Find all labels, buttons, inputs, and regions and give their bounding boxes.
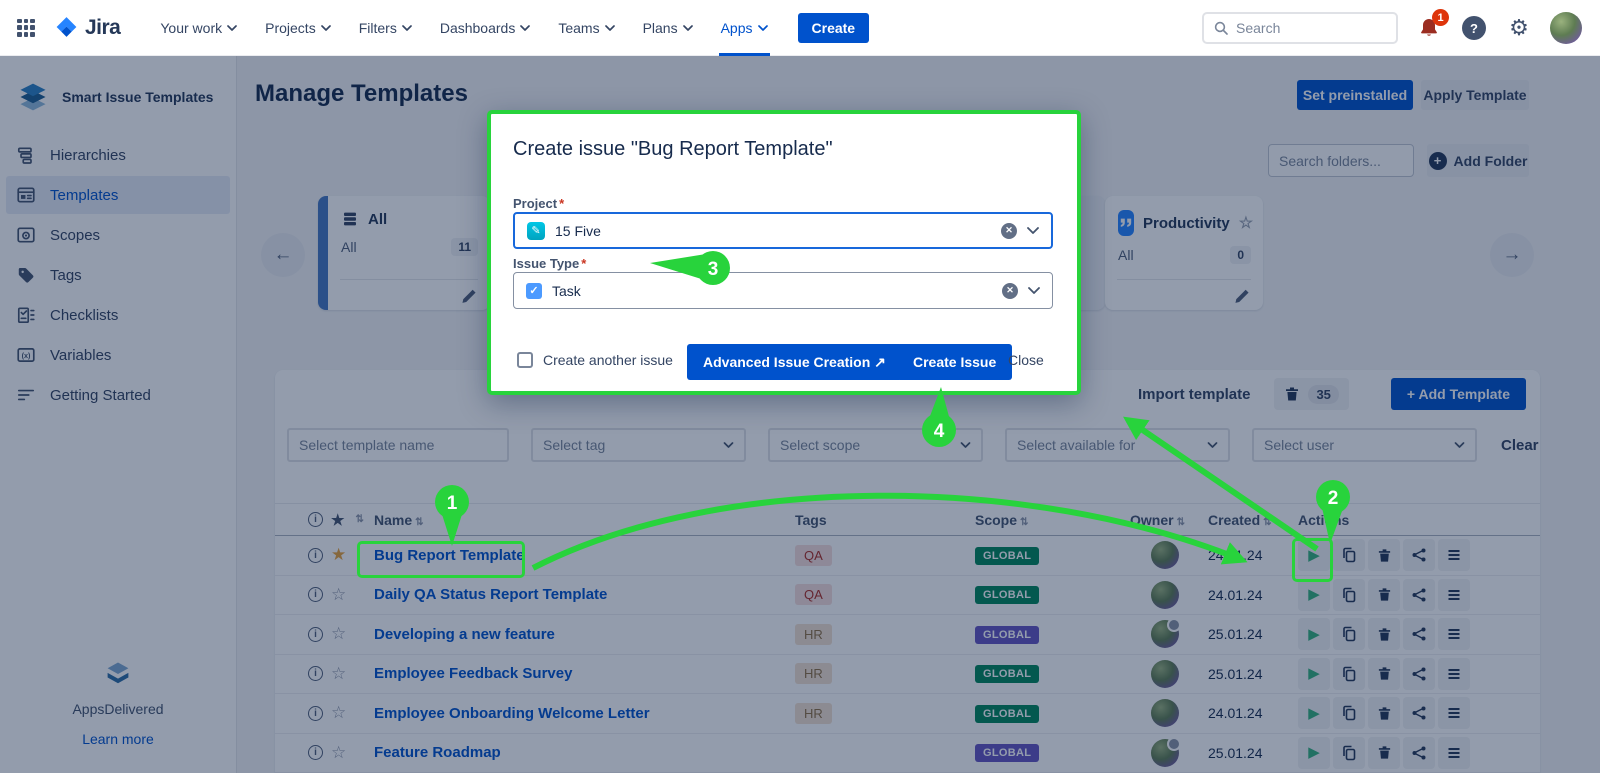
project-value: 15 Five [555,223,601,239]
issue-type-value: Task [552,283,581,299]
nav-dashboards[interactable]: Dashboards [428,0,543,56]
task-type-icon: ✓ [526,283,542,299]
top-navbar: Jira Your work Projects Filters Dashboar… [0,0,1600,56]
advanced-issue-creation-button[interactable]: Advanced Issue Creation ↗ [687,344,902,380]
search-input[interactable] [1236,20,1366,36]
create-issue-button[interactable]: Create Issue [897,344,1012,380]
clear-field-icon[interactable]: ✕ [1001,223,1017,239]
chevron-down-icon [758,25,768,31]
close-button[interactable]: Close [1008,352,1044,368]
create-button[interactable]: Create [798,13,870,43]
create-another-checkbox[interactable] [517,352,533,368]
modal-title: Create issue "Bug Report Template" [513,138,833,161]
issue-type-select[interactable]: ✓ Task ✕ [513,272,1053,309]
user-avatar[interactable] [1550,12,1582,44]
jira-logo[interactable]: Jira [54,15,120,40]
project-label: Project* [513,196,564,211]
create-another-label: Create another issue [543,352,673,368]
chevron-down-icon [520,25,530,31]
notifications-button[interactable]: 1 [1415,14,1443,42]
create-issue-modal: Create issue "Bug Report Template" Proje… [487,110,1081,395]
nav-teams[interactable]: Teams [546,0,626,56]
jira-mark-icon [54,15,79,40]
nav-apps[interactable]: Apps [709,0,780,56]
chevron-down-icon [321,25,331,31]
nav-filters[interactable]: Filters [347,0,424,56]
required-asterisk: * [581,256,586,271]
gear-icon: ⚙ [1509,17,1529,39]
chevron-down-icon[interactable] [1027,227,1039,234]
nav-your-work[interactable]: Your work [148,0,249,56]
chevron-down-icon[interactable] [1028,287,1040,294]
nav-projects[interactable]: Projects [253,0,343,56]
main-nav: Your work Projects Filters Dashboards Te… [148,0,869,56]
project-select[interactable]: ✎ 15 Five ✕ [513,212,1053,249]
required-asterisk: * [559,196,564,211]
app-switcher-icon[interactable] [14,16,38,40]
chevron-down-icon [683,25,693,31]
global-search[interactable] [1202,12,1398,44]
issue-type-label: Issue Type* [513,256,586,271]
settings-button[interactable]: ⚙ [1505,14,1533,42]
notification-badge: 1 [1432,9,1449,26]
nav-plans[interactable]: Plans [631,0,705,56]
clear-field-icon[interactable]: ✕ [1002,283,1018,299]
annotation-box-play-button [1292,538,1333,582]
help-button[interactable]: ? [1460,14,1488,42]
project-avatar-icon: ✎ [527,222,545,240]
chevron-down-icon [605,25,615,31]
chevron-down-icon [227,25,237,31]
chevron-down-icon [402,25,412,31]
annotation-box-template-name [357,541,525,578]
jira-logo-text: Jira [85,16,120,40]
question-icon: ? [1462,16,1486,40]
search-icon [1214,21,1228,35]
external-link-icon: ↗ [874,354,886,370]
